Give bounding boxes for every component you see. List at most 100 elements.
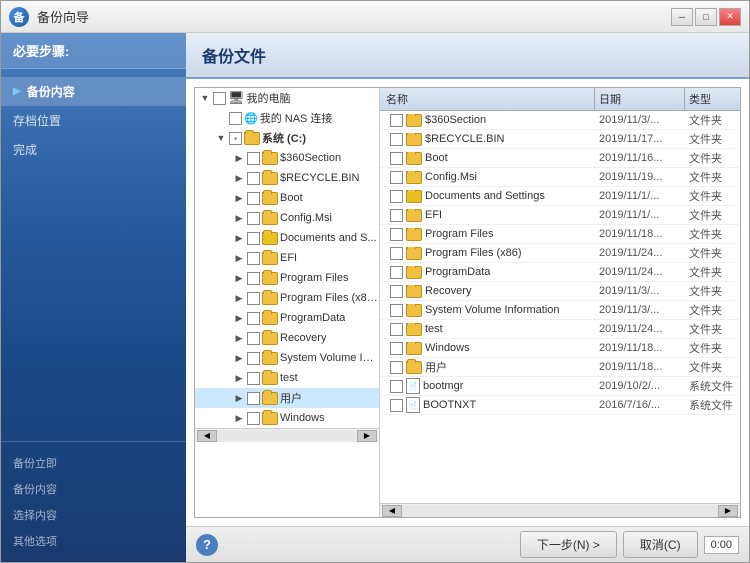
tree-item-windows[interactable]: ▶ Windows xyxy=(195,408,379,428)
list-row[interactable]: ProgramData 2019/11/24... 文件夹 xyxy=(380,263,740,282)
list-row[interactable]: 📄 BOOTNXT 2016/7/16/... 系统文件 xyxy=(380,396,740,415)
list-row[interactable]: test 2019/11/24... 文件夹 xyxy=(380,320,740,339)
sidebar-item-backup-content[interactable]: ▶ 备份内容 xyxy=(1,77,186,106)
list-row[interactable]: Windows 2019/11/18... 文件夹 xyxy=(380,339,740,358)
expand-icon[interactable]: ▼ xyxy=(213,130,229,146)
list-hscroll[interactable]: ◀ ▶ xyxy=(380,503,740,517)
row-checkbox[interactable] xyxy=(390,114,403,127)
expand-icon[interactable]: ▶ xyxy=(231,170,247,186)
tree-item-docs-settings[interactable]: ▶ Documents and S... xyxy=(195,228,379,248)
tree-checkbox[interactable] xyxy=(213,92,226,105)
scroll-right-btn[interactable]: ▶ xyxy=(357,430,377,442)
expand-icon[interactable]: ▼ xyxy=(197,90,213,106)
list-row[interactable]: $360Section 2019/11/3/... 文件夹 xyxy=(380,111,740,130)
expand-icon[interactable]: ▶ xyxy=(231,350,247,366)
sidebar-bottom-item-4[interactable]: 其他选项 xyxy=(1,528,186,554)
minimize-button[interactable]: ─ xyxy=(671,8,693,26)
tree-checkbox[interactable] xyxy=(247,392,260,405)
tree-item-users-cursor[interactable]: ▶ 用户 xyxy=(195,388,379,408)
tree-item-recovery[interactable]: ▶ Recovery xyxy=(195,328,379,348)
scroll-left-btn[interactable]: ◀ xyxy=(197,430,217,442)
row-checkbox[interactable] xyxy=(390,228,403,241)
expand-icon[interactable]: ▶ xyxy=(231,390,247,406)
tree-checkbox[interactable] xyxy=(247,152,260,165)
expand-icon[interactable]: ▶ xyxy=(231,230,247,246)
row-checkbox[interactable] xyxy=(390,342,403,355)
expand-icon[interactable]: ▶ xyxy=(231,250,247,266)
list-row[interactable]: Boot 2019/11/16... 文件夹 xyxy=(380,149,740,168)
tree-item-nas[interactable]: 🌐 我的 NAS 连接 xyxy=(195,108,379,128)
list-row[interactable]: Program Files 2019/11/18... 文件夹 xyxy=(380,225,740,244)
tree-item-program-files-x86[interactable]: ▶ Program Files (x86... xyxy=(195,288,379,308)
scroll-right-btn-2[interactable]: ▶ xyxy=(718,505,738,517)
tree-item-recycle[interactable]: ▶ $RECYCLE.BIN xyxy=(195,168,379,188)
list-row[interactable]: EFI 2019/11/1/... 文件夹 xyxy=(380,206,740,225)
expand-icon[interactable] xyxy=(213,110,229,126)
expand-icon[interactable]: ▶ xyxy=(231,190,247,206)
list-row[interactable]: System Volume Information 2019/11/3/... … xyxy=(380,301,740,320)
cancel-button[interactable]: 取消(C) xyxy=(623,531,698,558)
expand-icon[interactable]: ▶ xyxy=(231,210,247,226)
tree-checkbox[interactable] xyxy=(247,352,260,365)
tree-checkbox[interactable] xyxy=(247,372,260,385)
list-row[interactable]: 用户 2019/11/18... 文件夹 xyxy=(380,358,740,377)
help-button[interactable]: ? xyxy=(196,534,218,556)
expand-icon[interactable]: ▶ xyxy=(231,330,247,346)
row-checkbox[interactable] xyxy=(390,323,403,336)
sidebar-bottom-item-2[interactable]: 备份内容 xyxy=(1,476,186,502)
tree-checkbox[interactable] xyxy=(247,292,260,305)
tree-checkbox-partial[interactable]: ▪ xyxy=(229,132,242,145)
next-button[interactable]: 下一步(N) > xyxy=(520,531,617,558)
expand-icon[interactable]: ▶ xyxy=(231,410,247,426)
row-checkbox[interactable] xyxy=(390,133,403,146)
tree-checkbox[interactable] xyxy=(247,212,260,225)
scroll-left-btn-2[interactable]: ◀ xyxy=(382,505,402,517)
row-checkbox[interactable] xyxy=(390,190,403,203)
tree-checkbox[interactable] xyxy=(247,412,260,425)
tree-item-system-c[interactable]: ▼ ▪ 系统 (C:) xyxy=(195,128,379,148)
tree-item-360section[interactable]: ▶ $360Section xyxy=(195,148,379,168)
sidebar-bottom-item-1[interactable]: 备份立即 xyxy=(1,450,186,476)
tree-item-system-volume[interactable]: ▶ System Volume Infor... xyxy=(195,348,379,368)
list-row[interactable]: Config.Msi 2019/11/19... 文件夹 xyxy=(380,168,740,187)
row-checkbox[interactable] xyxy=(390,285,403,298)
tree-item-my-computer[interactable]: ▼ 🖥 我的电脑 xyxy=(195,88,379,108)
tree-checkbox[interactable] xyxy=(247,312,260,325)
tree-item-program-files[interactable]: ▶ Program Files xyxy=(195,268,379,288)
row-checkbox[interactable] xyxy=(390,266,403,279)
list-row[interactable]: Recovery 2019/11/3/... 文件夹 xyxy=(380,282,740,301)
list-row[interactable]: $RECYCLE.BIN 2019/11/17... 文件夹 xyxy=(380,130,740,149)
tree-item-test[interactable]: ▶ test xyxy=(195,368,379,388)
close-button[interactable]: ✕ xyxy=(719,8,741,26)
tree-item-config[interactable]: ▶ Config.Msi xyxy=(195,208,379,228)
tree-checkbox[interactable] xyxy=(247,252,260,265)
tree-hscroll[interactable]: ◀ ▶ xyxy=(195,428,379,442)
sidebar-item-storage-location[interactable]: 存档位置 xyxy=(1,106,186,135)
row-checkbox[interactable] xyxy=(390,399,403,412)
tree-checkbox[interactable] xyxy=(247,192,260,205)
row-checkbox[interactable] xyxy=(390,380,403,393)
tree-checkbox[interactable] xyxy=(247,332,260,345)
row-checkbox[interactable] xyxy=(390,304,403,317)
list-row[interactable]: 📄 bootmgr 2019/10/2/... 系统文件 xyxy=(380,377,740,396)
list-row[interactable]: Documents and Settings 2019/11/1/... 文件夹 xyxy=(380,187,740,206)
list-row[interactable]: Program Files (x86) 2019/11/24... 文件夹 xyxy=(380,244,740,263)
tree-checkbox[interactable] xyxy=(247,272,260,285)
row-checkbox[interactable] xyxy=(390,209,403,222)
tree-checkbox[interactable] xyxy=(229,112,242,125)
sidebar-item-complete[interactable]: 完成 xyxy=(1,135,186,164)
tree-checkbox[interactable] xyxy=(247,232,260,245)
expand-icon[interactable]: ▶ xyxy=(231,290,247,306)
row-checkbox[interactable] xyxy=(390,152,403,165)
row-checkbox[interactable] xyxy=(390,361,403,374)
expand-icon[interactable]: ▶ xyxy=(231,270,247,286)
expand-icon[interactable]: ▶ xyxy=(231,370,247,386)
tree-item-boot[interactable]: ▶ Boot xyxy=(195,188,379,208)
expand-icon[interactable]: ▶ xyxy=(231,310,247,326)
tree-item-efi[interactable]: ▶ EFI xyxy=(195,248,379,268)
tree-checkbox[interactable] xyxy=(247,172,260,185)
row-checkbox[interactable] xyxy=(390,171,403,184)
tree-item-programdata[interactable]: ▶ ProgramData xyxy=(195,308,379,328)
maximize-button[interactable]: □ xyxy=(695,8,717,26)
expand-icon[interactable]: ▶ xyxy=(231,150,247,166)
